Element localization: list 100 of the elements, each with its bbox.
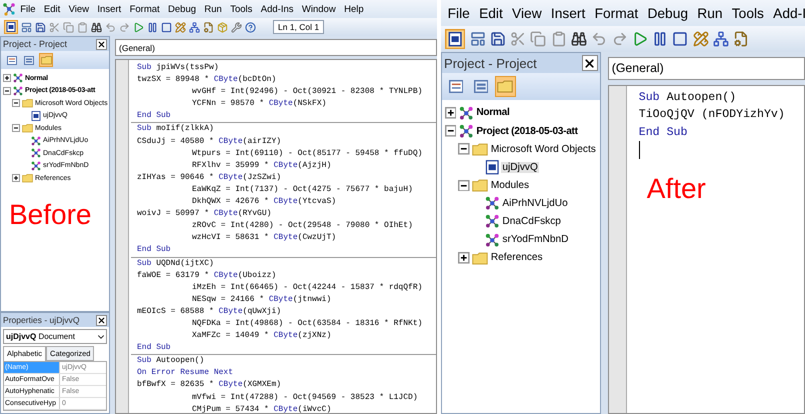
menu-item[interactable]: Window — [298, 4, 340, 14]
folder-icon — [497, 79, 514, 94]
menu-item[interactable]: Tools — [727, 6, 769, 21]
pause-icon[interactable] — [652, 31, 668, 48]
tree-item[interactable]: DnaCdFskcp — [501, 216, 562, 228]
code-line: twzSX = 89948 * CByte(bcDtOn) — [137, 74, 276, 86]
project-icon — [458, 124, 474, 138]
code-line: faWOE = 63179 * CByte(Uboizz) — [137, 270, 276, 282]
folder-icon — [22, 123, 32, 134]
pane-title: Properties - ujDjvvQ — [3, 315, 80, 325]
caption-label: Before — [8, 198, 92, 230]
expand-icon[interactable] — [444, 107, 456, 119]
menu-item[interactable]: Debug — [164, 4, 200, 14]
menu-item[interactable]: Help — [340, 4, 368, 14]
menu-item[interactable]: Tools — [226, 4, 257, 14]
file-settings-icon[interactable] — [733, 31, 750, 48]
menu-item[interactable]: Insert — [546, 6, 590, 21]
tree-item[interactable]: Normal — [475, 107, 510, 118]
close-button[interactable] — [96, 314, 107, 326]
expand-icon[interactable] — [458, 252, 470, 264]
code-line: CMjPum = 57434 * CByte(iWvcC) — [191, 404, 332, 413]
code-line: Sub Autoopen() — [638, 90, 736, 106]
view-code-button[interactable] — [5, 53, 19, 67]
document-icon[interactable] — [4, 20, 18, 34]
module-icon — [30, 160, 40, 171]
network-icon[interactable] — [189, 22, 200, 32]
help-icon[interactable] — [245, 22, 256, 32]
network-icon[interactable] — [713, 31, 729, 48]
menu-item[interactable]: Insert — [93, 4, 126, 14]
folder-icon — [22, 173, 32, 184]
tree-item[interactable]: AiPrhNVLjdUo — [501, 198, 569, 210]
expand-icon[interactable] — [12, 174, 20, 182]
app-icon — [2, 2, 16, 16]
tree-item[interactable]: Microsoft Word Objects — [490, 144, 597, 155]
binoculars-icon[interactable] — [571, 31, 587, 48]
object-dropdown[interactable]: (General) — [115, 39, 437, 56]
document-icon[interactable] — [445, 28, 466, 50]
wrench-icon[interactable] — [231, 22, 242, 32]
code-line: wvGHf = Int(92496) - Oct(30921 - 82308 * TYNLPB) — [191, 86, 422, 98]
form-icon[interactable] — [470, 31, 486, 48]
play-icon[interactable] — [632, 31, 648, 48]
grid-icon — [448, 80, 464, 94]
menu-item[interactable]: Add-Ins — [256, 4, 298, 14]
module-icon — [30, 136, 40, 146]
menu-item[interactable]: File — [16, 4, 40, 14]
code-line: bfBwfX = 82635 * CByte(XGMXEm) — [137, 379, 282, 392]
code-line: DkhQWX = 42676 * CByte(YtcvaS) — [191, 196, 336, 208]
close-button[interactable] — [582, 55, 598, 72]
code-line: End Sub — [137, 110, 171, 122]
code-line: XaMFZc = 14049 * CByte(zjXNz) — [191, 330, 332, 342]
form-icon[interactable] — [21, 22, 32, 32]
object-dropdown[interactable]: ujDjvvQ Document — [3, 329, 107, 344]
object-name: ujDjvvQ Document — [6, 332, 75, 341]
stop-icon[interactable] — [161, 22, 172, 32]
tree-item[interactable]: Project (2018-05-03-att — [475, 126, 579, 137]
code-line: zROvC = Int(4280) - Oct(29548 - 79080 * OIhEt) — [191, 220, 413, 232]
collapse-icon[interactable] — [12, 99, 20, 108]
menu-item[interactable]: View — [507, 6, 546, 21]
menu-item[interactable]: View — [64, 4, 94, 14]
close-icon — [583, 56, 596, 70]
save-icon[interactable] — [35, 22, 46, 32]
menu-item[interactable]: File — [443, 6, 474, 21]
toggle-folders-button[interactable] — [39, 53, 53, 67]
play-icon[interactable] — [133, 22, 144, 32]
menu-item[interactable]: Format — [125, 4, 164, 14]
menu-item[interactable]: Format — [590, 6, 643, 21]
binoculars-icon[interactable] — [91, 22, 102, 32]
collapse-icon[interactable] — [12, 124, 20, 132]
menu-item[interactable]: Edit — [40, 4, 64, 14]
collapse-icon[interactable] — [458, 143, 470, 156]
expand-icon[interactable] — [3, 74, 11, 82]
stop-icon[interactable] — [672, 31, 688, 48]
caption-label: After — [646, 172, 707, 205]
pane-title: Project - Project — [444, 56, 537, 71]
object-dropdown[interactable]: (General) — [608, 56, 805, 80]
menu-item[interactable]: Add-I — [768, 6, 805, 21]
menu-item[interactable]: Debug — [642, 6, 693, 21]
tree-item[interactable]: References — [490, 252, 544, 264]
code-line: NQFDKa = Int(49868) - Oct(63584 - 18316 * RfNKt) — [191, 318, 422, 330]
pane-title: Project - Project — [3, 39, 68, 49]
tree-item[interactable]: srYodFmNbnD — [501, 234, 570, 246]
pencil-ruler-icon[interactable] — [692, 31, 709, 48]
menu-item[interactable]: Run — [692, 6, 728, 21]
pencil-ruler-icon[interactable] — [175, 22, 186, 32]
file-settings-icon[interactable] — [203, 22, 214, 32]
view-object-button[interactable] — [22, 53, 36, 67]
close-button[interactable] — [96, 38, 107, 50]
folder-icon — [472, 142, 488, 156]
collapse-icon[interactable] — [458, 180, 470, 192]
toggle-folders-button[interactable] — [495, 76, 516, 97]
menu-item[interactable]: Run — [200, 4, 226, 14]
document-icon — [30, 110, 40, 121]
save-icon[interactable] — [490, 31, 506, 48]
collapse-icon[interactable] — [444, 125, 456, 137]
tree-item[interactable]: ujDjvvQ — [501, 162, 539, 173]
pause-icon[interactable] — [147, 22, 158, 32]
collapse-icon[interactable] — [3, 86, 11, 95]
module-icon — [484, 214, 500, 229]
tree-item[interactable]: Modules — [490, 180, 530, 191]
menu-item[interactable]: Edit — [474, 6, 508, 21]
